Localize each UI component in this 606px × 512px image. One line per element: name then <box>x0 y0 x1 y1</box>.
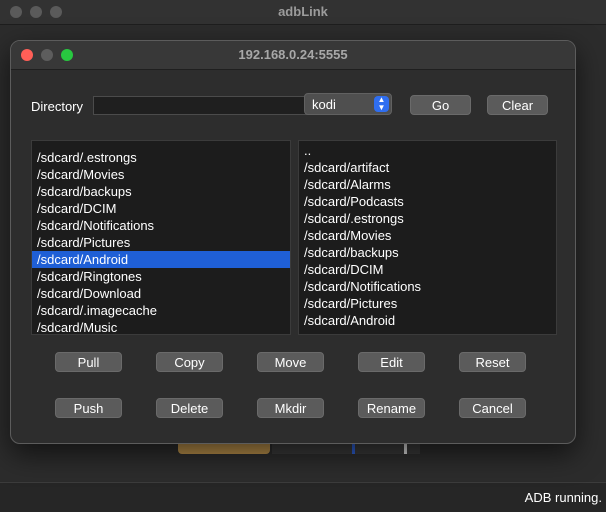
pull-button[interactable]: Pull <box>55 352 122 372</box>
reset-button[interactable]: Reset <box>459 352 526 372</box>
copy-button[interactable]: Copy <box>156 352 223 372</box>
main-titlebar: adbLink <box>0 0 606 25</box>
directory-input[interactable] <box>93 96 309 115</box>
directory-label: Directory <box>31 99 84 114</box>
device-list-item[interactable]: /sdcard/DCIM <box>299 261 556 278</box>
device-list-item[interactable]: /sdcard/Android <box>299 312 556 329</box>
chevron-updown-icon: ▲ ▼ <box>374 96 389 112</box>
device-dialog: 192.168.0.24:5555 Directory kodi ▲ ▼ Go C… <box>10 40 576 444</box>
edit-button[interactable]: Edit <box>358 352 425 372</box>
local-list-item[interactable]: /sdcard/DCIM <box>32 200 290 217</box>
device-file-list[interactable]: ../sdcard/artifact/sdcard/Alarms/sdcard/… <box>298 140 557 335</box>
device-list-item[interactable]: /sdcard/.estrongs <box>299 210 556 227</box>
rename-button[interactable]: Rename <box>358 398 425 418</box>
push-button[interactable]: Push <box>55 398 122 418</box>
device-list-item[interactable]: /sdcard/Podcasts <box>299 193 556 210</box>
device-select[interactable]: kodi ▲ ▼ <box>304 93 392 115</box>
local-list-item[interactable]: /sdcard/.estrongs <box>32 149 290 166</box>
status-text: ADB running. <box>524 490 602 505</box>
dialog-title: 192.168.0.24:5555 <box>238 47 348 62</box>
background-image-fragment <box>178 444 270 454</box>
background-image-fragment <box>272 444 420 454</box>
local-list-item[interactable]: /sdcard/.imagecache <box>32 302 290 319</box>
local-list-item[interactable]: /sdcard/Android <box>32 251 290 268</box>
move-button[interactable]: Move <box>257 352 324 372</box>
local-list-item[interactable]: /sdcard/Pictures <box>32 234 290 251</box>
background-image-fragment <box>404 444 407 454</box>
device-list-item[interactable]: /sdcard/Pictures <box>299 295 556 312</box>
device-list-item[interactable]: /sdcard/Notifications <box>299 278 556 295</box>
local-list-item[interactable]: /sdcard/Notifications <box>32 217 290 234</box>
status-bar: ADB running. <box>0 482 606 512</box>
local-list-item[interactable]: /sdcard/Ringtones <box>32 268 290 285</box>
dialog-titlebar: 192.168.0.24:5555 <box>11 41 575 70</box>
cancel-button[interactable]: Cancel <box>459 398 526 418</box>
go-button[interactable]: Go <box>410 95 471 115</box>
device-list-item[interactable]: .. <box>299 142 556 159</box>
list-item-partial <box>32 141 290 149</box>
delete-button[interactable]: Delete <box>156 398 223 418</box>
background-image-fragment <box>352 444 355 454</box>
local-list-item[interactable]: /sdcard/Movies <box>32 166 290 183</box>
mkdir-button[interactable]: Mkdir <box>257 398 324 418</box>
local-list-item[interactable]: /sdcard/Music <box>32 319 290 334</box>
device-list-item[interactable]: /sdcard/artifact <box>299 159 556 176</box>
device-list-item[interactable]: /sdcard/Movies <box>299 227 556 244</box>
device-select-value: kodi <box>312 97 336 112</box>
app-title: adbLink <box>278 4 328 19</box>
clear-button[interactable]: Clear <box>487 95 548 115</box>
local-file-list[interactable]: /sdcard/.estrongs/sdcard/Movies/sdcard/b… <box>31 140 291 335</box>
local-list-item[interactable]: /sdcard/Download <box>32 285 290 302</box>
device-list-item[interactable]: /sdcard/backups <box>299 244 556 261</box>
device-list-item[interactable]: /sdcard/Alarms <box>299 176 556 193</box>
local-list-item[interactable]: /sdcard/backups <box>32 183 290 200</box>
